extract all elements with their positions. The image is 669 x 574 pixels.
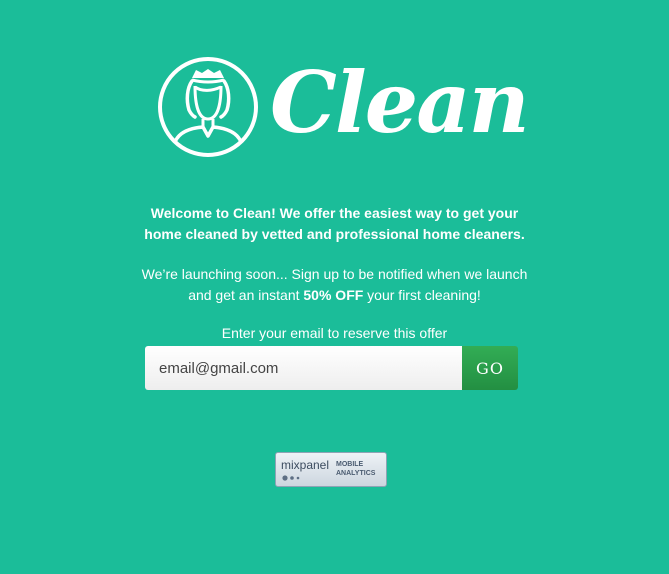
launch-line-2-post: your first cleaning!: [363, 287, 481, 303]
brand-wordmark: Clean: [270, 53, 530, 152]
mixpanel-badge[interactable]: mixpanel MOBILE ANALYTICS: [275, 452, 387, 487]
intro-line-1: Welcome to Clean! We offer the easiest w…: [150, 205, 519, 221]
discount-highlight: 50% OFF: [303, 287, 364, 303]
mixpanel-logo-text: mixpanel: [281, 458, 330, 472]
launch-line-2-pre: and get an instant: [188, 287, 304, 303]
intro-line-2: home cleaned by vetted and professional …: [144, 226, 525, 242]
mixpanel-dots-icon: [282, 475, 300, 481]
launch-text: We’re launching soon... Sign up to be no…: [0, 264, 669, 306]
maid-logo-icon: [158, 57, 258, 157]
launch-line-1: We’re launching soon... Sign up to be no…: [141, 266, 528, 282]
go-button[interactable]: GO: [462, 346, 518, 390]
intro-text: Welcome to Clean! We offer the easiest w…: [0, 203, 669, 245]
email-field[interactable]: [145, 346, 463, 390]
badge-line-2: ANALYTICS: [336, 470, 376, 477]
email-prompt: Enter your email to reserve this offer: [221, 325, 448, 341]
badge-subtitle: MOBILE ANALYTICS: [336, 460, 375, 478]
badge-line-1: MOBILE: [336, 461, 364, 468]
